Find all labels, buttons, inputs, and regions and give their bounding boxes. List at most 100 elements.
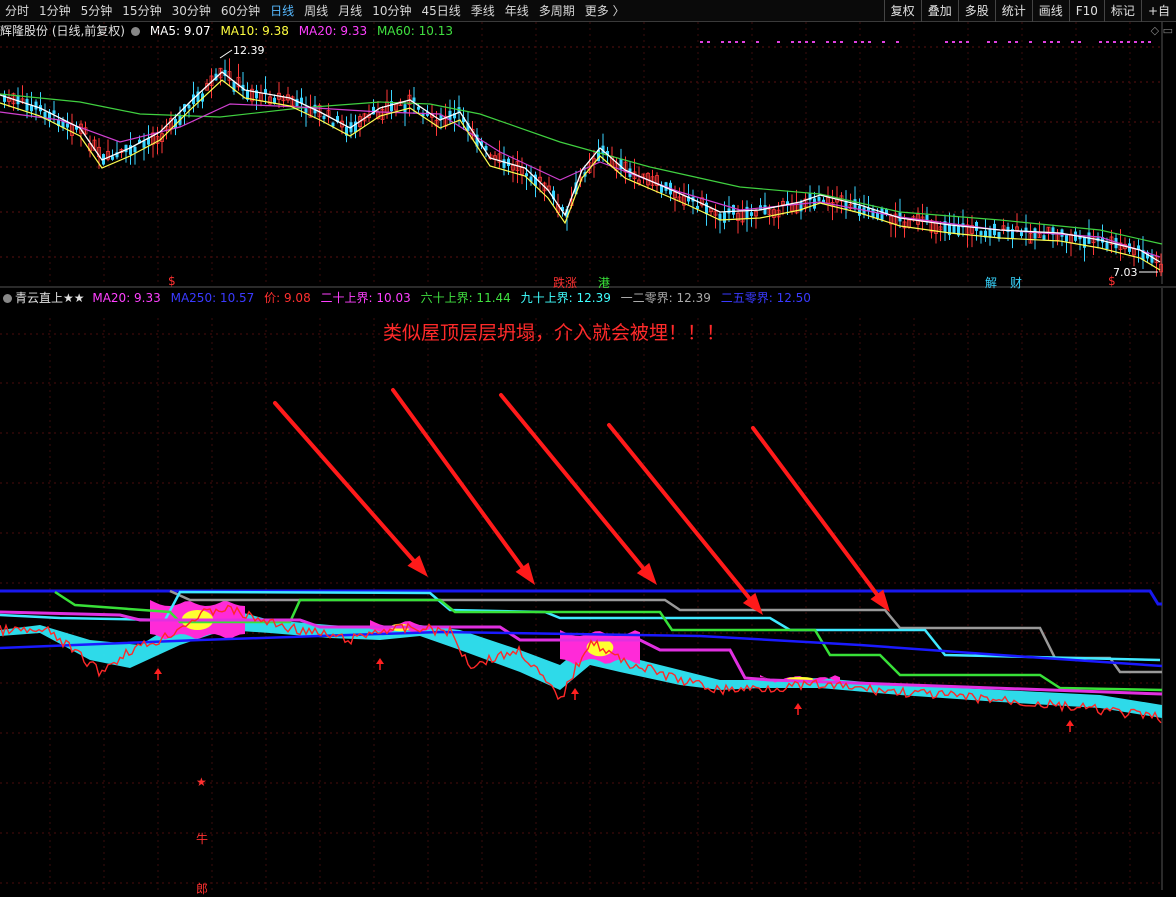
- toolbar-button-1[interactable]: 叠加: [920, 0, 958, 22]
- period-tabs: 分时 1分钟 5分钟 15分钟 30分钟 60分钟 日线 周线 月线 10分钟 45日线 季线 年线 多周…: [0, 0, 630, 22]
- period-tab-10[interactable]: 45日线: [416, 0, 465, 22]
- signal-dot: [994, 41, 997, 43]
- period-toolbar: 分时 1分钟 5分钟 15分钟 30分钟 60分钟 日线 周线 月线 10分钟 45日线 季线 年线 多周…: [0, 0, 1176, 22]
- period-tab-0[interactable]: 分时: [0, 0, 34, 22]
- toolbar-button-5[interactable]: F10: [1068, 0, 1104, 22]
- annotation-arrow-2: [499, 393, 646, 570]
- signal-dot: [742, 41, 745, 43]
- signal-dot: [966, 41, 969, 43]
- candlestick-chart[interactable]: 12.39 7.03: [0, 22, 1176, 286]
- event-marker-0[interactable]: $: [168, 274, 176, 288]
- signal-dot: [798, 41, 801, 43]
- signal-dot: [854, 41, 857, 43]
- lang-marker: 郎: [196, 882, 209, 896]
- signal-dot: [700, 41, 703, 43]
- candle-body: [1006, 226, 1010, 233]
- period-tab-14[interactable]: 更多 〉: [580, 0, 630, 22]
- period-tab-5[interactable]: 60分钟: [216, 0, 265, 22]
- signal-dot: [987, 41, 990, 43]
- period-tab-1[interactable]: 1分钟: [34, 0, 76, 22]
- signal-dot: [1113, 41, 1116, 43]
- niu-marker: 牛: [196, 832, 209, 846]
- candle-body: [66, 123, 69, 128]
- signal-dot: [826, 41, 829, 43]
- candle-body: [34, 101, 38, 110]
- signal-dot: [735, 41, 738, 43]
- candle-body: [502, 159, 506, 168]
- signal-dot: [882, 41, 885, 43]
- candle-body: [187, 104, 191, 109]
- annotation-arrow-head-1: [515, 562, 535, 585]
- toolbar-button-6[interactable]: 标记: [1103, 0, 1141, 22]
- candle-body: [111, 156, 114, 160]
- signal-dot: [791, 41, 794, 43]
- candle-body: [322, 115, 326, 119]
- annotation-arrow-3: [607, 423, 752, 600]
- period-tab-4[interactable]: 30分钟: [167, 0, 216, 22]
- candle-body: [979, 231, 983, 236]
- signal-dot: [805, 41, 808, 43]
- period-tab-7[interactable]: 周线: [299, 0, 333, 22]
- buy-arrow-head-0: [154, 668, 162, 674]
- annotation-arrow-0: [273, 401, 416, 563]
- candle-body: [750, 212, 753, 216]
- signal-dot: [952, 41, 955, 43]
- annotation-arrow-4: [751, 426, 879, 597]
- candle-body: [264, 89, 267, 94]
- signal-dot: [945, 41, 948, 43]
- toolbar-button-0[interactable]: 复权: [883, 0, 921, 22]
- signal-dot: [959, 41, 962, 43]
- candle-body: [124, 144, 128, 153]
- signal-dot: [861, 41, 864, 43]
- toolbar-button-4[interactable]: 画线: [1031, 0, 1069, 22]
- candle-body: [1105, 242, 1109, 249]
- buy-arrow-head-2: [571, 688, 579, 694]
- candle-body: [1033, 228, 1037, 239]
- annotation-arrow-1: [391, 388, 525, 570]
- signal-dot: [1099, 41, 1102, 43]
- toolbar-button-2[interactable]: 多股: [957, 0, 995, 22]
- period-tab-12[interactable]: 年线: [500, 0, 534, 22]
- period-tab-13[interactable]: 多周期: [534, 0, 580, 22]
- signal-dot: [1141, 41, 1144, 43]
- signal-dot: [1078, 41, 1081, 43]
- candle-body: [705, 202, 708, 215]
- period-tab-8[interactable]: 月线: [333, 0, 367, 22]
- period-tab-3[interactable]: 15分钟: [117, 0, 166, 22]
- period-tab-9[interactable]: 10分钟: [367, 0, 416, 22]
- signal-dot: [777, 41, 780, 43]
- period-tab-2[interactable]: 5分钟: [76, 0, 118, 22]
- annotation-text: 类似屋顶层层坍塌，介入就会被埋！！！: [383, 322, 726, 344]
- candle-body: [133, 146, 137, 153]
- signal-dot: [1057, 41, 1060, 43]
- signal-dot: [1043, 41, 1046, 43]
- candle-body: [817, 196, 821, 201]
- signal-dot: [833, 41, 836, 43]
- event-marker-5[interactable]: $: [1108, 274, 1116, 288]
- period-tab-6[interactable]: 日线: [265, 0, 299, 22]
- candle-body: [16, 95, 20, 105]
- star-marker: ★: [196, 775, 207, 789]
- signal-dot: [1127, 41, 1130, 43]
- buy-arrow-head-4: [1066, 720, 1074, 726]
- candle-body: [1065, 234, 1068, 242]
- candle-body: [1083, 237, 1086, 248]
- signal-dot: [1134, 41, 1137, 43]
- signal-dot: [1106, 41, 1109, 43]
- period-tab-11[interactable]: 季线: [466, 0, 500, 22]
- signal-dot: [728, 41, 731, 43]
- toolbar-button-3[interactable]: 统计: [994, 0, 1032, 22]
- candle-body: [412, 97, 416, 102]
- signal-dot: [1029, 41, 1032, 43]
- signal-dot: [1071, 41, 1074, 43]
- signal-dot: [1015, 41, 1018, 43]
- signal-dot: [721, 41, 724, 43]
- signal-dot: [896, 41, 899, 43]
- candle-body: [142, 140, 146, 148]
- candle-body: [1042, 235, 1046, 240]
- low-price-label: 7.03: [1113, 266, 1138, 279]
- toolbar-button-7[interactable]: +自: [1140, 0, 1176, 22]
- candle-body: [52, 110, 56, 114]
- indicator-chart[interactable]: [0, 288, 1176, 890]
- signal-dot: [707, 41, 710, 43]
